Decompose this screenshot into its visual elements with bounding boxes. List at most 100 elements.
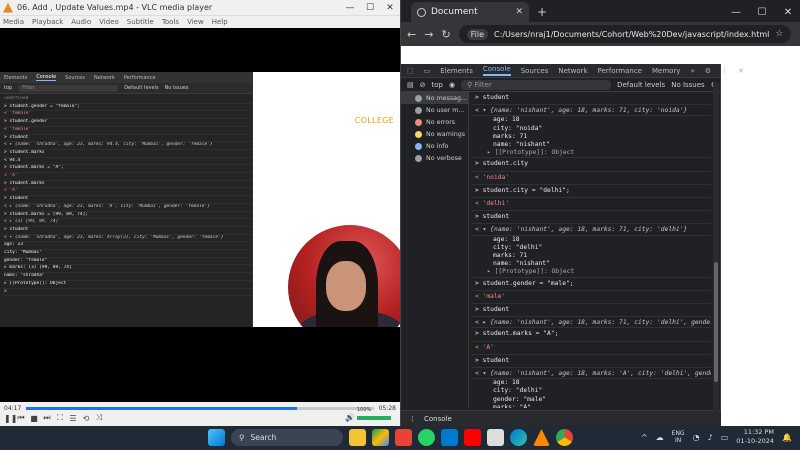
drive-icon[interactable]: [372, 429, 389, 446]
vlc-window: 06. Add , Update Values.mp4 - VLC media …: [0, 0, 400, 426]
windows-icon[interactable]: [208, 429, 225, 446]
console-filter-item[interactable]: No info: [401, 140, 468, 152]
console-scrollbar[interactable]: [713, 82, 719, 412]
url-text[interactable]: C:/Users/nraj1/Documents/Cohort/Web%20De…: [494, 30, 769, 39]
tab-document[interactable]: Document ✕: [411, 2, 529, 22]
vscode-icon[interactable]: [441, 429, 458, 446]
back-icon[interactable]: ←: [407, 28, 416, 41]
menu-video[interactable]: Video: [99, 18, 119, 26]
speaker-icon[interactable]: 🔊: [345, 413, 355, 422]
reload-icon[interactable]: ↻: [441, 28, 450, 41]
notification-icon[interactable]: 🔔: [782, 433, 792, 442]
console-line[interactable]: ▸ [[Prototype]]: Object: [471, 268, 711, 278]
console-filter-input[interactable]: ⚲ Filter: [461, 79, 612, 90]
console-line[interactable]: < ▸ {name: 'nishant', age: 18, marks: 71…: [471, 317, 711, 329]
console-line[interactable]: < ▾ {name: 'nishant', age: 18, marks: 'A…: [471, 368, 711, 380]
device-icon[interactable]: ▭: [424, 67, 431, 75]
console-line[interactable]: ▸ [[Prototype]]: Object: [471, 149, 711, 159]
console-line[interactable]: < ▾ {name: 'nishant', age: 18, marks: 71…: [471, 105, 711, 117]
clear-console-icon[interactable]: ⊘: [420, 81, 426, 89]
console-filter-item[interactable]: No user m...: [401, 104, 468, 116]
gmail-icon[interactable]: [395, 429, 412, 446]
dt-tab-memory[interactable]: Memory: [652, 67, 680, 75]
chevron-up-icon[interactable]: ^: [641, 433, 648, 442]
filter-level-icon: [415, 94, 422, 102]
console-filter-item[interactable]: No verbose: [401, 152, 468, 164]
clock[interactable]: 11:32 PM 01-10-2024: [736, 428, 774, 446]
eye-icon[interactable]: ◉: [449, 81, 455, 89]
clock-time: 11:32 PM: [743, 428, 775, 436]
address-bar[interactable]: File C:/Users/nraj1/Documents/Cohort/Web…: [458, 25, 792, 43]
volume-slider[interactable]: 100% 🔊: [345, 407, 395, 422]
menu-audio[interactable]: Audio: [71, 18, 91, 26]
console-filter-item[interactable]: No errors: [401, 116, 468, 128]
language-indicator[interactable]: ENG IN: [672, 430, 685, 444]
drawer-menu-icon[interactable]: ⋮: [409, 415, 416, 423]
edge-icon[interactable]: [510, 429, 527, 446]
app-icon[interactable]: [487, 429, 504, 446]
console-output: > student < ▾ {name: 'nishant', age: 18, …: [471, 92, 711, 408]
pause-icon[interactable]: ❚❚: [4, 414, 17, 423]
close-icon[interactable]: ✕: [380, 3, 400, 13]
drawer-tab-console[interactable]: Console: [424, 415, 452, 423]
cloud-icon[interactable]: ☁: [656, 433, 664, 442]
levels-select[interactable]: Default levels: [617, 81, 665, 89]
vlc-icon[interactable]: [533, 429, 550, 446]
minimize-icon[interactable]: —: [340, 3, 360, 13]
shuffle-icon[interactable]: ⤨: [95, 413, 103, 423]
menu-tools[interactable]: Tools: [162, 18, 179, 26]
stop-icon[interactable]: ■: [30, 414, 38, 423]
settings-gear-icon[interactable]: ⚙: [705, 67, 711, 75]
console-filter-item[interactable]: No warnings: [401, 128, 468, 140]
speaker-icon[interactable]: ♪: [708, 433, 713, 442]
filter-icon: ⚲: [467, 80, 475, 89]
close-tab-icon[interactable]: ✕: [515, 7, 523, 17]
webcam-overlay: [288, 225, 400, 327]
menu-playback[interactable]: Playback: [32, 18, 63, 26]
sidebar-toggle-icon[interactable]: ▤: [407, 81, 414, 89]
dt-tab-performance[interactable]: Performance: [598, 67, 642, 75]
loop-icon[interactable]: ⟲: [82, 414, 90, 423]
menu-media[interactable]: Media: [3, 18, 24, 26]
console-line: name: "nishant": [493, 141, 550, 149]
dt-tab-elements[interactable]: Elements: [440, 67, 473, 75]
filter-level-icon: [415, 142, 422, 150]
close-icon[interactable]: ✕: [775, 7, 800, 18]
console-line[interactable]: < ▾ {name: 'nishant', age: 18, marks: 71…: [471, 224, 711, 236]
seek-bar[interactable]: 04:17 05:28: [4, 405, 396, 412]
console-filter-label: No verbose: [426, 154, 462, 162]
kebab-icon[interactable]: ⋮: [721, 67, 728, 75]
console-line: city: "delhi": [493, 243, 543, 251]
wifi-icon[interactable]: ◔: [693, 433, 700, 442]
new-tab-icon[interactable]: +: [537, 5, 547, 19]
more-tabs-icon[interactable]: »: [690, 67, 694, 75]
minimize-icon[interactable]: —: [723, 7, 749, 18]
dt-tab-sources[interactable]: Sources: [521, 67, 549, 75]
files-icon[interactable]: [349, 429, 366, 446]
next-icon[interactable]: ⏭: [43, 413, 51, 423]
prev-icon[interactable]: ⏮: [17, 413, 25, 423]
context-select[interactable]: top: [432, 81, 443, 89]
console-filter-item[interactable]: No messag...: [401, 92, 468, 104]
playlist-icon[interactable]: ☰: [69, 414, 77, 423]
whatsapp-icon[interactable]: [418, 429, 435, 446]
youtube-icon[interactable]: [464, 429, 481, 446]
file-chip[interactable]: File: [466, 28, 489, 40]
inspect-icon[interactable]: ⬚: [407, 67, 414, 75]
menu-view[interactable]: View: [187, 18, 204, 26]
dt-tab-network[interactable]: Network: [558, 67, 587, 75]
menu-subtitle[interactable]: Subtitle: [127, 18, 154, 26]
battery-icon[interactable]: ▭: [721, 433, 729, 442]
forward-icon[interactable]: →: [424, 28, 433, 41]
search-box[interactable]: ⚲ Search: [231, 429, 343, 446]
dt-tab-console[interactable]: Console: [482, 65, 511, 76]
issues-button[interactable]: No Issues: [671, 81, 705, 89]
chrome-icon[interactable]: [556, 429, 573, 446]
fullscreen-icon[interactable]: ⛶: [56, 413, 64, 423]
star-icon[interactable]: ☆: [775, 29, 783, 39]
video-console-line: < 'female': [4, 111, 252, 120]
menu-help[interactable]: Help: [212, 18, 228, 26]
maximize-icon[interactable]: ☐: [360, 3, 380, 13]
close-devtools-icon[interactable]: ✕: [738, 67, 744, 75]
maximize-icon[interactable]: ☐: [749, 7, 775, 18]
